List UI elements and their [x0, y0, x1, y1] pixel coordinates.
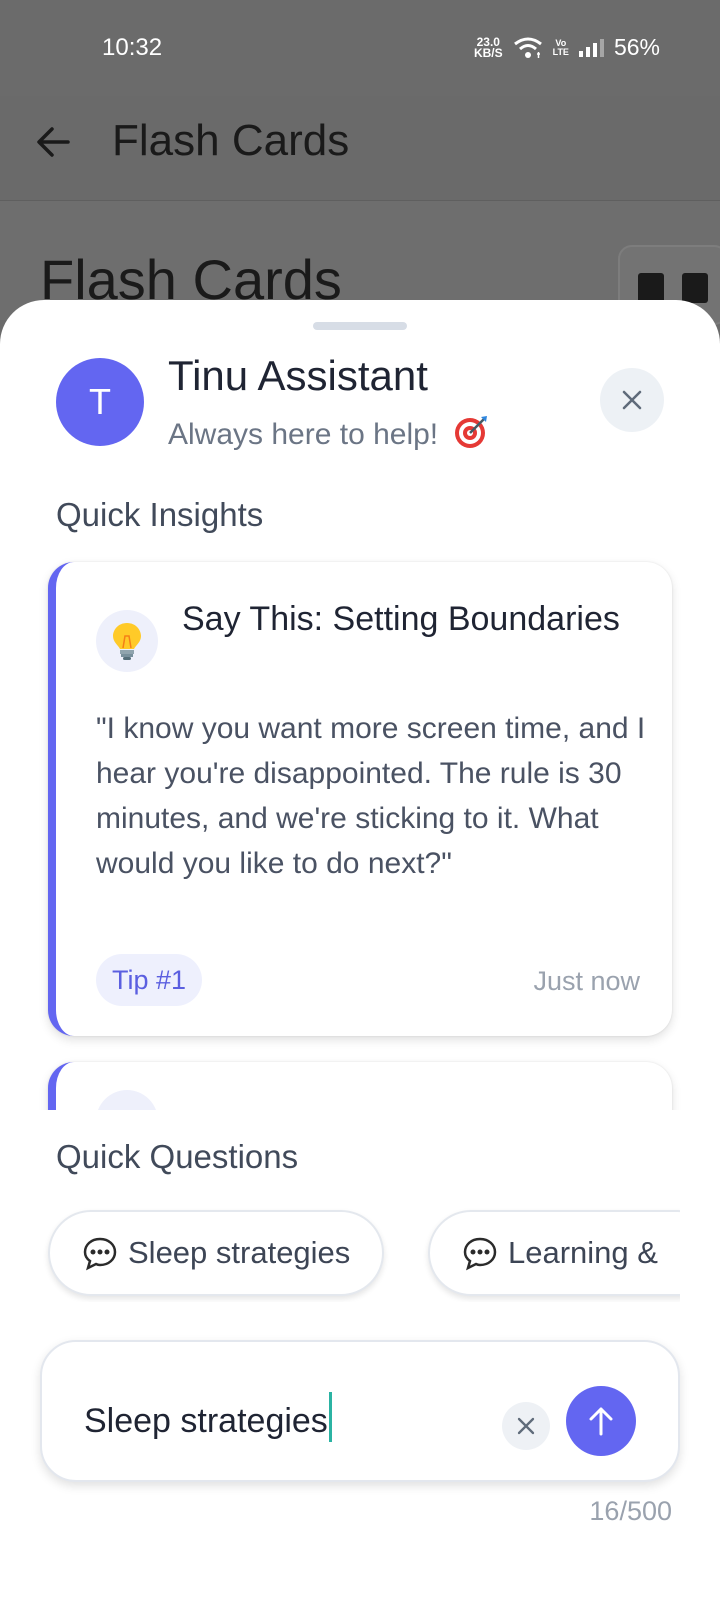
close-icon [622, 390, 642, 410]
target-icon [454, 416, 487, 448]
assistant-sheet: T Tinu Assistant Always here to help! Qu… [0, 300, 720, 1600]
volte-bottom: LTE [552, 46, 569, 57]
status-icons: 23.0 KB/S Vo LTE 56% [474, 34, 660, 61]
network-speed: 23.0 KB/S [473, 36, 503, 60]
speech-bubble-icon [83, 1237, 117, 1271]
clear-input-button[interactable] [502, 1402, 550, 1450]
character-counter: 16/500 [589, 1496, 672, 1526]
status-bar: 10:32 23.0 KB/S Vo LTE 56% [0, 0, 720, 96]
message-input-box[interactable]: Sleep strategies [40, 1340, 680, 1482]
speech-bubble-icon [463, 1237, 497, 1271]
status-time: 10:32 [102, 34, 163, 61]
assistant-subtitle: Always here to help! [168, 414, 489, 452]
assistant-subtitle-text: Always here to help! [168, 418, 439, 451]
network-speed-unit: KB/S [473, 45, 503, 60]
drag-handle[interactable] [313, 322, 407, 330]
arrow-up-icon [589, 1407, 613, 1436]
message-input[interactable]: Sleep strategies [84, 1392, 332, 1442]
wifi-icon [513, 37, 542, 58]
insights-list[interactable]: Say This: Setting Boundaries "I know you… [0, 556, 720, 1110]
close-button[interactable] [600, 368, 664, 432]
insight-title: Say This: Setting Boundaries [182, 600, 620, 638]
battery-level: 56% [613, 34, 660, 60]
insight-body: "I know you want more screen time, and I… [96, 712, 646, 880]
app-bar-title: Flash Cards [112, 116, 350, 165]
quick-insights-label: Quick Insights [56, 496, 264, 533]
assistant-name: Tinu Assistant [168, 352, 428, 399]
chip-sleep-strategies[interactable]: Sleep strategies [48, 1210, 385, 1296]
tip-badge: Tip #1 [96, 954, 203, 1006]
lightbulb-icon [96, 610, 158, 672]
text-caret [328, 1392, 332, 1442]
quick-questions-label: Quick Questions [56, 1138, 299, 1175]
avatar: T [56, 358, 144, 446]
avatar-letter: T [89, 381, 111, 422]
insight-card[interactable]: Say This: Setting Boundaries "I know you… [48, 562, 672, 1036]
insight-card-next[interactable] [48, 1062, 672, 1110]
close-icon [517, 1417, 535, 1435]
insight-timestamp: Just now [533, 966, 640, 996]
message-input-value: Sleep strategies [84, 1402, 328, 1440]
card-icon-partial [96, 1090, 158, 1110]
send-button[interactable] [566, 1386, 636, 1456]
app-bar: Flash Cards [0, 96, 720, 200]
signal-icon [578, 38, 604, 57]
chip-learning[interactable]: Learning & [428, 1210, 680, 1296]
arrow-left-icon[interactable] [30, 118, 78, 166]
chip-label: Learning & [508, 1235, 658, 1270]
volte-icon: Vo LTE [552, 38, 569, 57]
chip-label: Sleep strategies [128, 1235, 351, 1270]
quick-questions-list[interactable]: Sleep strategies Learning & [0, 1206, 680, 1302]
